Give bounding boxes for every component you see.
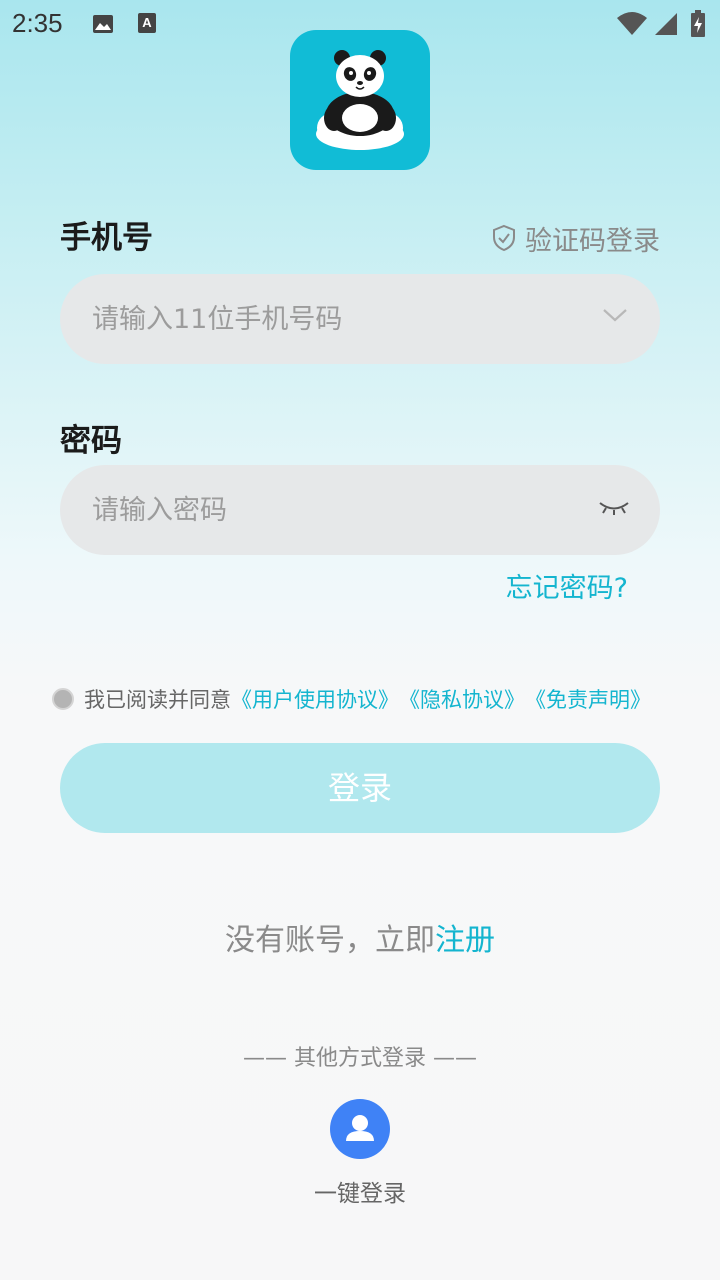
battery-icon [691,10,705,37]
password-label: 密码 [60,423,122,459]
privacy-link[interactable]: 《隐私协议》 [399,684,525,714]
forgot-password-link[interactable]: 忘记密码? [506,566,628,605]
password-field[interactable] [60,465,660,555]
chevron-down-icon[interactable] [602,307,628,323]
other-login-title: —— 其他方式登录 —— [243,1046,477,1071]
panda-logo-icon [316,50,404,150]
wifi-icon [617,12,647,35]
sms-login-link[interactable]: 验证码登录 [491,218,660,258]
register-prefix: 没有账号，立即 [225,923,435,958]
status-time: 2:35 [12,8,63,38]
password-input[interactable] [92,494,572,526]
agreement-prefix: 我已阅读并同意 [84,688,231,712]
app-logo [290,30,430,170]
one-key-login-label: 一键登录 [314,1181,406,1207]
disclaimer-link[interactable]: 《免责声明》 [525,684,651,714]
phone-field[interactable] [60,274,660,364]
one-key-login-button[interactable] [330,1099,390,1159]
user-agreement-link[interactable]: 《用户使用协议》 [231,684,399,714]
register-row: 没有账号，立即注册 [0,915,720,959]
phone-label: 手机号 [60,220,153,256]
image-icon [93,15,113,33]
eye-closed-icon[interactable] [598,498,630,518]
register-link[interactable]: 注册 [435,923,495,958]
keyboard-a-icon: A [138,13,156,33]
agreement-row: 我已阅读并同意 《用户使用协议》 《隐私协议》 《免责声明》 [52,684,651,714]
user-icon [346,1115,374,1141]
shield-check-icon [493,224,515,252]
phone-input[interactable] [92,303,572,335]
agreement-checkbox[interactable] [52,688,74,710]
login-button[interactable]: 登录 [60,743,660,833]
signal-icon [655,13,677,35]
svg-text:A: A [142,15,152,30]
sms-login-label: 验证码登录 [525,225,660,257]
